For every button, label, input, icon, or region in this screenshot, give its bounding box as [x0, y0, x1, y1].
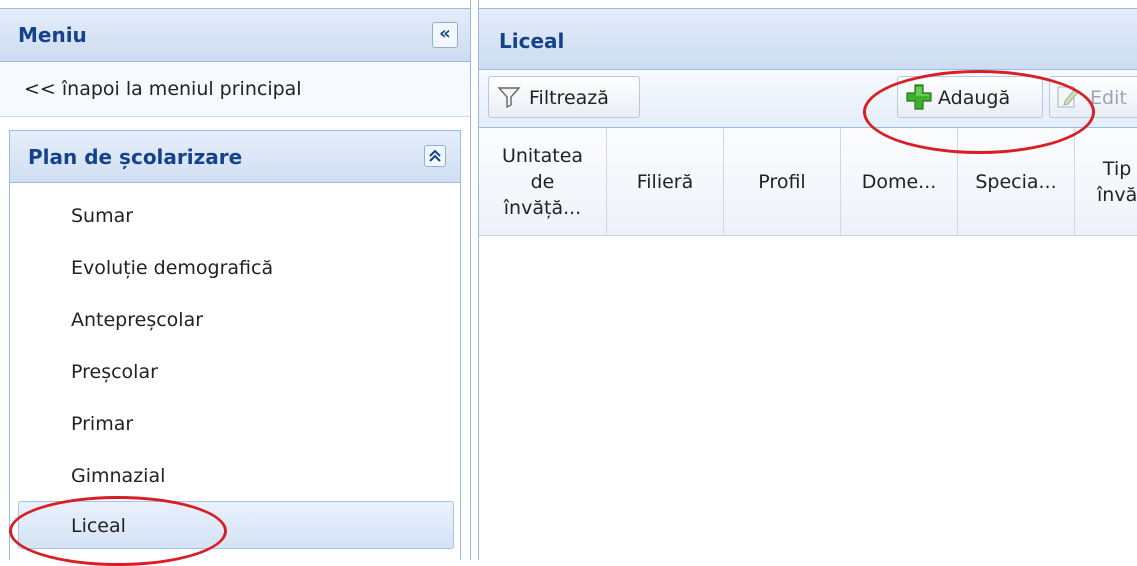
sidebar-item-primar[interactable]: Primar [18, 399, 454, 447]
sidebar-item-sumar[interactable]: Sumar [18, 191, 454, 239]
back-to-main-menu-link[interactable]: << înapoi la meniul principal [0, 63, 470, 117]
liceal-panel: Liceal Filtrează Adaugă Edit Unitatea de… [478, 0, 1137, 560]
sidebar-item-liceal[interactable]: Liceal [18, 501, 454, 549]
add-button-label: Adaugă [938, 87, 1011, 109]
menu-panel-header: Meniu « [0, 8, 470, 62]
main-panel-header: Liceal [479, 8, 1137, 70]
double-chevron-up-icon [429, 149, 441, 162]
sidebar-item-gimnazial[interactable]: Gimnazial [18, 451, 454, 499]
sidebar-item-label: Gimnazial [71, 465, 166, 487]
sidebar-item-prescolar[interactable]: Preșcolar [18, 347, 454, 395]
column-header-domeniu[interactable]: Dome... [841, 128, 958, 235]
column-header-unitatea[interactable]: Unitatea de învăță... [479, 128, 607, 235]
edit-icon [1057, 86, 1079, 108]
filter-button-label: Filtrează [529, 87, 609, 109]
sidebar-item-label: Primar [71, 413, 134, 435]
sidebar-item-label: Liceal [71, 515, 126, 537]
sidebar-item-label: Evoluție demografică [71, 257, 274, 279]
grid-body [479, 236, 1137, 560]
column-header-tip-invatamant[interactable]: Tip învă [1075, 128, 1137, 235]
column-header-label: Dome... [861, 170, 937, 193]
back-link-label: << înapoi la meniul principal [24, 78, 302, 100]
sidebar-item-label: Antepreșcolar [71, 309, 204, 331]
filter-button[interactable]: Filtrează [488, 76, 640, 118]
section-collapse-button[interactable] [424, 145, 446, 167]
sidebar-item-antepreșcolar[interactable]: Antepreșcolar [18, 295, 454, 343]
column-header-profil[interactable]: Profil [724, 128, 841, 235]
column-header-label: Filieră [636, 170, 694, 193]
plus-icon [906, 84, 932, 110]
column-header-filiera[interactable]: Filieră [607, 128, 724, 235]
double-chevron-left-icon: « [439, 23, 451, 44]
plan-scolarizare-section: Plan de școlarizare Sumar Evoluție demog… [9, 130, 461, 560]
page-title: Liceal [499, 29, 565, 53]
edit-button-label: Edit [1090, 87, 1127, 109]
menu-title: Meniu [18, 23, 87, 47]
grid-toolbar: Filtrează Adaugă Edit [479, 70, 1137, 128]
funnel-icon [497, 87, 521, 109]
column-header-specializare[interactable]: Specia... [958, 128, 1075, 235]
menu-panel: Meniu « << înapoi la meniul principal Pl… [0, 0, 471, 560]
add-button[interactable]: Adaugă [897, 76, 1043, 118]
section-header[interactable]: Plan de școlarizare [10, 131, 460, 183]
sidebar-item-label: Sumar [71, 205, 134, 227]
column-header-label: Unitatea de învăță... [501, 144, 584, 219]
sidebar-item-evolutie-demografica[interactable]: Evoluție demografică [18, 243, 454, 291]
grid-header: Unitatea de învăță... Filieră Profil Dom… [479, 128, 1137, 236]
section-title: Plan de școlarizare [28, 145, 243, 169]
sidebar-item-label: Preșcolar [71, 361, 158, 383]
edit-button[interactable]: Edit [1049, 76, 1137, 118]
column-header-label: Specia... [975, 170, 1057, 193]
column-header-label: Profil [758, 170, 806, 193]
collapse-menu-button[interactable]: « [432, 22, 458, 48]
column-header-label: Tip învă [1097, 157, 1137, 206]
